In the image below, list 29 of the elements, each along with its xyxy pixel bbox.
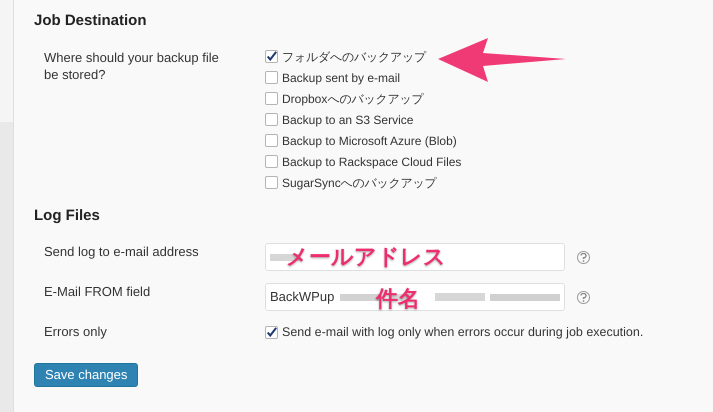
checkbox[interactable] <box>265 134 278 147</box>
field-label: Send log to e-mail address <box>44 243 200 261</box>
option-label: Backup to Microsoft Azure (Blob) <box>282 132 457 150</box>
save-button[interactable]: Save changes <box>34 363 138 387</box>
checkbox[interactable] <box>265 155 278 168</box>
option-label: Dropboxへのバックアップ <box>282 90 424 108</box>
checkbox[interactable] <box>265 71 278 84</box>
section-heading: Job Destination <box>34 11 148 31</box>
field-label: Where should your backup file be stored? <box>44 48 220 84</box>
option-label: SugarSyncへのバックアップ <box>282 174 437 192</box>
input-field[interactable]: BackWPup 件名 <box>265 283 565 311</box>
field-label: E-Mail FROM field <box>44 283 152 301</box>
checkbox[interactable] <box>265 50 278 63</box>
checkbox[interactable] <box>265 326 278 338</box>
option-label: フォルダへのバックアップ <box>282 48 426 66</box>
input-field[interactable]: メールアドレス <box>265 243 565 271</box>
option-label: Backup to Rackspace Cloud Files <box>282 154 462 170</box>
section-heading: Log Files <box>34 206 101 226</box>
field-label: Errors only <box>44 323 108 341</box>
help-icon[interactable] <box>577 290 590 304</box>
checkbox[interactable] <box>265 176 278 189</box>
annotation-text: メールアドレス <box>286 243 446 271</box>
help-icon[interactable] <box>577 250 590 264</box>
option-label: Backup sent by e-mail <box>282 70 400 86</box>
option-label: Send e-mail with log only when errors occur during job execution. <box>282 324 644 341</box>
checkbox[interactable] <box>265 113 278 126</box>
checkbox[interactable] <box>265 92 278 105</box>
annotation-text: 件名 <box>376 285 420 313</box>
option-label: Backup to an S3 Service <box>282 112 414 128</box>
